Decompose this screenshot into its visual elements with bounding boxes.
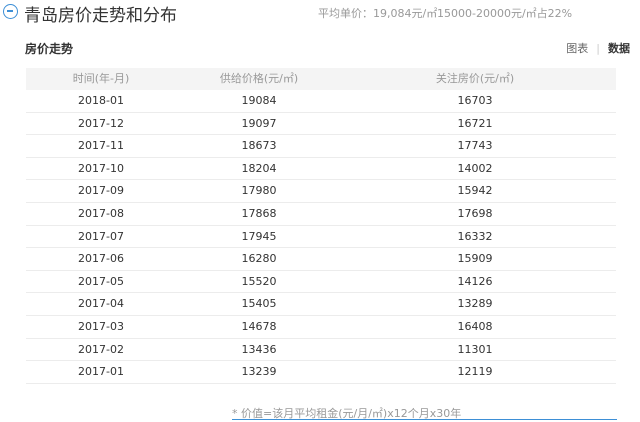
chart-view-link[interactable]: 图表 <box>566 40 588 56</box>
table-row: 2017-11 18673 17743 <box>26 135 616 158</box>
minus-circle-icon[interactable] <box>3 4 18 19</box>
cell-supply-price: 15520 <box>241 274 277 288</box>
cell-supply-price: 18204 <box>241 161 277 175</box>
cell-time: 2017-05 <box>78 274 124 288</box>
cell-supply-price: 17868 <box>241 206 277 220</box>
price-distribution: 15000-20000元/㎡占22% <box>437 7 573 20</box>
table-row: 2017-08 17868 17698 <box>26 203 616 226</box>
column-header-supply-price: 供给价格(元/㎡) <box>219 72 299 85</box>
column-header-attention-price: 关注房价(元/㎡) <box>435 72 515 85</box>
cell-time: 2017-07 <box>78 229 124 243</box>
cell-attention-price: 15909 <box>457 252 493 266</box>
table-row: 2017-05 15520 14126 <box>26 271 616 294</box>
cell-time: 2017-01 <box>78 365 124 379</box>
cell-time: 2017-06 <box>78 252 124 266</box>
table-row: 2017-04 15405 13289 <box>26 293 616 316</box>
table-row: 2017-03 14678 16408 <box>26 316 616 339</box>
table-row: 2018-01 19084 16703 <box>26 90 616 113</box>
cell-attention-price: 13289 <box>457 297 493 311</box>
cell-time: 2017-02 <box>78 342 124 356</box>
cell-attention-price: 17698 <box>457 206 493 220</box>
table-row: 2017-01 13239 12119 <box>26 361 616 384</box>
column-header-time: 时间(年-月) <box>72 72 130 85</box>
cell-time: 2018-01 <box>78 94 124 107</box>
cell-supply-price: 17945 <box>241 229 277 243</box>
table-row: 2017-09 17980 15942 <box>26 180 616 203</box>
cell-attention-price: 14126 <box>457 274 493 288</box>
table-header: 时间(年-月) 供给价格(元/㎡) 关注房价(元/㎡) <box>26 68 616 90</box>
cell-time: 2017-03 <box>78 319 124 333</box>
toggle-separator: | <box>596 42 600 55</box>
cell-supply-price: 13239 <box>241 365 277 379</box>
cell-time: 2017-12 <box>78 116 124 130</box>
cell-time: 2017-04 <box>78 297 124 311</box>
table-row: 2017-10 18204 14002 <box>26 158 616 181</box>
page-header: 青岛房价走势和分布 平均单价：19,084元/㎡ 15000-20000元/㎡占… <box>0 0 640 26</box>
section-title: 房价走势 <box>25 42 74 56</box>
cell-supply-price: 18673 <box>241 139 277 153</box>
data-view-link[interactable]: 数据 <box>608 40 630 56</box>
cell-supply-price: 19097 <box>241 116 277 130</box>
cell-time: 2017-10 <box>78 161 124 175</box>
price-table: 时间(年-月) 供给价格(元/㎡) 关注房价(元/㎡) 2018-01 19084… <box>26 68 616 384</box>
table-row: 2017-07 17945 16332 <box>26 226 616 249</box>
cell-attention-price: 17743 <box>457 139 493 153</box>
cell-supply-price: 15405 <box>241 297 277 311</box>
cell-attention-price: 16721 <box>457 116 493 130</box>
cell-attention-price: 16408 <box>457 319 493 333</box>
cell-supply-price: 14678 <box>241 319 277 333</box>
cell-supply-price: 19084 <box>241 94 277 107</box>
cell-attention-price: 16703 <box>457 94 493 107</box>
cell-attention-price: 12119 <box>457 365 493 379</box>
view-toggle: 图表 | 数据 <box>566 40 630 56</box>
table-row: 2017-02 13436 11301 <box>26 339 616 362</box>
cell-time: 2017-09 <box>78 184 124 198</box>
cell-attention-price: 16332 <box>457 229 493 243</box>
cell-supply-price: 17980 <box>241 184 277 198</box>
cell-attention-price: 14002 <box>457 161 493 175</box>
cell-time: 2017-11 <box>78 139 124 153</box>
page-title: 青岛房价走势和分布 <box>24 6 177 26</box>
cell-time: 2017-08 <box>78 206 124 220</box>
cell-attention-price: 11301 <box>457 342 493 356</box>
table-row: 2017-12 19097 16721 <box>26 113 616 136</box>
table-row: 2017-06 16280 15909 <box>26 248 616 271</box>
cell-supply-price: 13436 <box>241 342 277 356</box>
average-price: 平均单价：19,084元/㎡ <box>318 7 438 20</box>
footnote-underline <box>232 419 617 420</box>
cell-supply-price: 16280 <box>241 252 277 266</box>
cell-attention-price: 15942 <box>457 184 493 198</box>
